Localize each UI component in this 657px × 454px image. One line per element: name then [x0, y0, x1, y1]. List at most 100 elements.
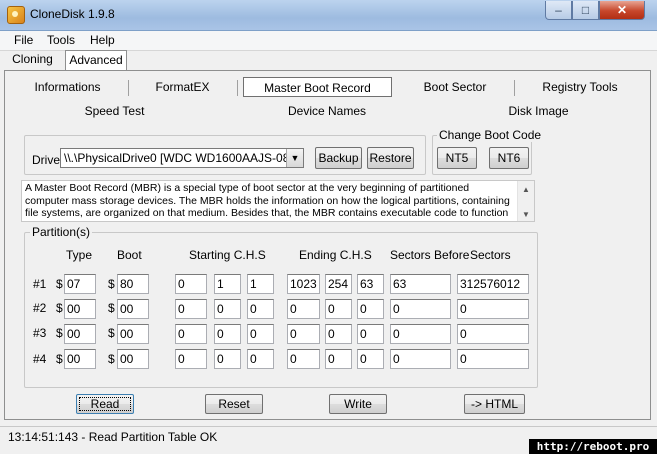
menu-tools[interactable]: Tools	[47, 33, 75, 47]
start-head-field[interactable]: 1	[214, 274, 241, 294]
boot-field[interactable]: 00	[117, 324, 149, 344]
menu-bar: File Tools Help	[0, 31, 657, 51]
write-button[interactable]: Write	[329, 394, 387, 414]
start-head-field[interactable]: 0	[214, 299, 241, 319]
subtab-separator	[237, 80, 238, 96]
boot-code-label: Change Boot Code	[437, 128, 544, 142]
end-cylinder-field[interactable]: 0	[287, 299, 320, 319]
tab-advanced[interactable]: Advanced	[65, 50, 127, 71]
subtab-separator	[514, 80, 515, 96]
row-label: #2	[33, 301, 47, 315]
drive-select[interactable]: \\.\PhysicalDrive0 [WDC WD1600AAJS-08L7A…	[60, 148, 304, 168]
sectors-before-field[interactable]: 0	[390, 324, 451, 344]
boot-field[interactable]: 00	[117, 299, 149, 319]
window-title: CloneDisk 1.9.8	[30, 7, 115, 21]
end-cylinder-field[interactable]: 0	[287, 324, 320, 344]
read-button[interactable]: Read	[76, 394, 134, 414]
start-sector-field[interactable]: 0	[247, 299, 274, 319]
minimize-button[interactable]: –	[545, 1, 572, 20]
nt6-button[interactable]: NT6	[489, 147, 529, 169]
subtab-informations[interactable]: Informations	[25, 77, 110, 97]
end-head-field[interactable]: 0	[325, 324, 352, 344]
menu-help[interactable]: Help	[90, 33, 115, 47]
subtab-registry-tools[interactable]: Registry Tools	[530, 77, 630, 97]
status-text: 13:14:51:143 - Read Partition Table OK	[8, 430, 218, 444]
start-sector-field[interactable]: 0	[247, 324, 274, 344]
start-cylinder-field[interactable]: 0	[175, 349, 207, 369]
type-field[interactable]: 00	[64, 299, 96, 319]
end-sector-field[interactable]: 0	[357, 349, 384, 369]
start-head-field[interactable]: 0	[214, 324, 241, 344]
close-button[interactable]: ✕	[599, 1, 645, 20]
boot-field[interactable]: 00	[117, 349, 149, 369]
restore-button[interactable]: Restore	[367, 147, 414, 169]
start-cylinder-field[interactable]: 0	[175, 324, 207, 344]
subtab-disk-image[interactable]: Disk Image	[496, 101, 581, 121]
row-label: #3	[33, 326, 47, 340]
row-label: #1	[33, 277, 47, 291]
boot-field[interactable]: 80	[117, 274, 149, 294]
menu-file[interactable]: File	[14, 33, 33, 47]
subtab-boot-sector[interactable]: Boot Sector	[410, 77, 500, 97]
end-cylinder-field[interactable]: 0	[287, 349, 320, 369]
subtab-device-names[interactable]: Device Names	[282, 101, 372, 121]
hex-prefix: $	[108, 301, 115, 315]
end-head-field[interactable]: 254	[325, 274, 352, 294]
header-boot: Boot	[117, 248, 142, 262]
end-cylinder-field[interactable]: 1023	[287, 274, 320, 294]
header-ending-chs: Ending C.H.S	[299, 248, 372, 262]
subtab-formatex[interactable]: FormatEX	[140, 77, 225, 97]
nt5-button[interactable]: NT5	[437, 147, 477, 169]
header-sectors: Sectors	[470, 248, 511, 262]
mbr-description: A Master Boot Record (MBR) is a special …	[21, 180, 535, 222]
start-sector-field[interactable]: 0	[247, 349, 274, 369]
sectors-field[interactable]: 312576012	[457, 274, 529, 294]
sectors-before-field[interactable]: 63	[390, 274, 451, 294]
mbr-description-text: A Master Boot Record (MBR) is a special …	[25, 182, 510, 221]
reset-button[interactable]: Reset	[205, 394, 263, 414]
hex-prefix: $	[56, 326, 63, 340]
subtab-master-boot-record[interactable]: Master Boot Record	[243, 77, 392, 97]
sectors-field[interactable]: 0	[457, 349, 529, 369]
sectors-before-field[interactable]: 0	[390, 299, 451, 319]
chevron-down-icon[interactable]: ▼	[286, 149, 303, 167]
hex-prefix: $	[56, 352, 63, 366]
end-head-field[interactable]: 0	[325, 349, 352, 369]
backup-button[interactable]: Backup	[315, 147, 362, 169]
app-icon	[7, 6, 25, 24]
hex-prefix: $	[108, 277, 115, 291]
export-html-button[interactable]: -> HTML	[464, 394, 525, 414]
end-sector-field[interactable]: 0	[357, 299, 384, 319]
maximize-button[interactable]: □	[572, 1, 599, 20]
scroll-down-icon[interactable]: ▼	[522, 209, 530, 221]
sectors-before-field[interactable]: 0	[390, 349, 451, 369]
hex-prefix: $	[108, 352, 115, 366]
start-cylinder-field[interactable]: 0	[175, 299, 207, 319]
start-sector-field[interactable]: 1	[247, 274, 274, 294]
end-head-field[interactable]: 0	[325, 299, 352, 319]
hex-prefix: $	[56, 277, 63, 291]
end-sector-field[interactable]: 63	[357, 274, 384, 294]
type-field[interactable]: 07	[64, 274, 96, 294]
header-type: Type	[66, 248, 93, 262]
drive-label: Drive	[32, 153, 61, 167]
row-label: #4	[33, 352, 47, 366]
scroll-up-icon[interactable]: ▲	[522, 184, 530, 197]
type-field[interactable]: 00	[64, 349, 96, 369]
subtab-speed-test[interactable]: Speed Test	[72, 101, 157, 121]
title-bar[interactable]: CloneDisk 1.9.8 – □ ✕	[0, 0, 657, 31]
header-starting-chs: Starting C.H.S	[189, 248, 266, 262]
type-field[interactable]: 00	[64, 324, 96, 344]
subtab-separator	[128, 80, 129, 96]
hex-prefix: $	[56, 301, 63, 315]
watermark: http://reboot.pro	[529, 439, 657, 454]
sectors-field[interactable]: 0	[457, 299, 529, 319]
tab-cloning[interactable]: Cloning	[10, 51, 55, 70]
description-scrollbar[interactable]: ▲ ▼	[517, 181, 534, 221]
end-sector-field[interactable]: 0	[357, 324, 384, 344]
header-sectors-before: Sectors Before	[390, 248, 470, 262]
sectors-field[interactable]: 0	[457, 324, 529, 344]
partitions-label: Partition(s)	[30, 225, 93, 239]
start-cylinder-field[interactable]: 0	[175, 274, 207, 294]
start-head-field[interactable]: 0	[214, 349, 241, 369]
